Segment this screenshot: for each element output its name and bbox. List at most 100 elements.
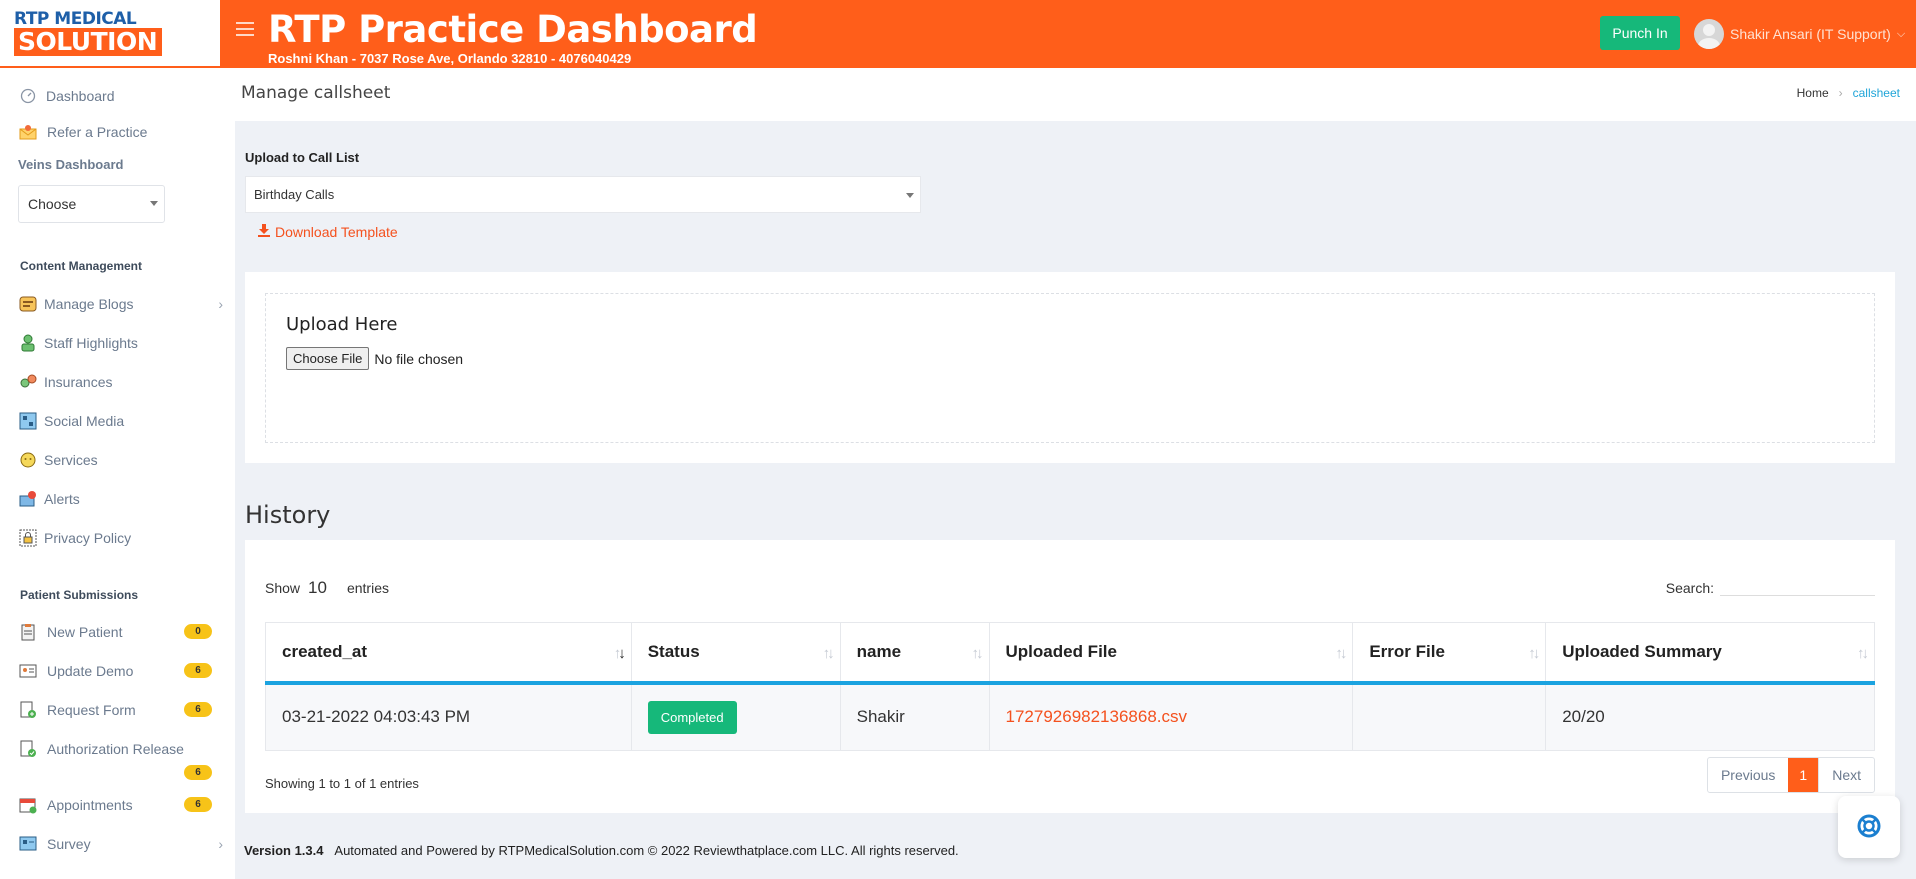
search-label: Search: — [1665, 580, 1714, 596]
envelope-icon — [18, 122, 38, 142]
search-input[interactable] — [1720, 574, 1875, 596]
column-header-name[interactable]: name ↑↓ — [839, 622, 990, 685]
download-template-link[interactable]: Download Template — [257, 223, 398, 240]
gauge-icon — [18, 86, 38, 106]
services-icon — [18, 450, 38, 470]
practice-info: Roshni Khan - 7037 Rose Ave, Orlando 328… — [268, 51, 632, 66]
cell-name: Shakir — [839, 682, 990, 751]
history-table: created_at ↑↓ Status ↑↓ name ↑↓ Uploaded Fi… — [265, 622, 1875, 751]
sidebar-item-label: Appointments — [47, 797, 133, 813]
page-length-select[interactable]: 10 — [308, 578, 327, 598]
chevron-right-icon: › — [1838, 86, 1843, 100]
calendar-icon — [18, 795, 38, 815]
page-title: Manage callsheet — [241, 83, 391, 103]
sidebar-item-label: Manage Blogs — [44, 296, 134, 312]
upload-call-list-label: Upload to Call List — [245, 150, 360, 165]
chevron-down-icon: ⌵ — [1896, 27, 1906, 40]
select-value: Choose — [28, 196, 77, 212]
patient-submissions-title: Patient Submissions — [20, 588, 139, 602]
logo-top-text: RTP MEDICAL — [14, 9, 137, 29]
request-form-badge: 6 — [184, 702, 212, 717]
sort-icon: ↑↓ — [1335, 645, 1347, 662]
sidebar-item-privacy-policy[interactable]: Privacy Policy — [18, 528, 223, 548]
download-template-label: Download Template — [275, 223, 398, 240]
cell-summary: 20/20 — [1545, 682, 1875, 751]
upload-dropzone[interactable]: Upload Here Choose File No file chosen — [265, 293, 1875, 443]
clipboard-icon — [18, 622, 38, 642]
top-bar: RTP MEDICAL SOLUTION RTP Practice Dashbo… — [0, 0, 1916, 68]
sidebar: Dashboard Refer a Practice Veins Dashboa… — [0, 68, 235, 879]
uploaded-file-link[interactable]: 1727926982136868.csv — [1006, 707, 1188, 726]
page-1-button[interactable]: 1 — [1788, 758, 1819, 792]
cell-uploaded-file: 1727926982136868.csv — [988, 682, 1354, 751]
sidebar-item-dashboard[interactable]: Dashboard — [18, 86, 223, 106]
alert-icon — [18, 489, 38, 509]
previous-page-button[interactable]: Previous — [1708, 758, 1788, 792]
column-header-error-file[interactable]: Error File ↑↓ — [1352, 622, 1547, 685]
choose-file-button[interactable]: Choose File — [286, 347, 370, 370]
sidebar-item-insurances[interactable]: Insurances — [18, 372, 223, 392]
app-title: RTP Practice Dashboard — [268, 8, 758, 51]
sidebar-item-manage-blogs[interactable]: Manage Blogs › — [18, 294, 223, 314]
sidebar-item-label: Update Demo — [47, 663, 134, 679]
document-check-icon — [18, 739, 38, 759]
sort-desc-icon: ↑↓ — [613, 645, 626, 662]
column-label: Uploaded Summary — [1562, 641, 1722, 661]
file-input[interactable]: Choose File No file chosen — [286, 347, 463, 370]
column-header-created-at[interactable]: created_at ↑↓ — [265, 622, 632, 685]
sidebar-item-staff-highlights[interactable]: Staff Highlights — [18, 333, 223, 353]
user-menu[interactable]: Shakir Ansari (IT Support) ⌵ — [1694, 19, 1905, 49]
copyright-text: Automated and Powered by RTPMedicalSolut… — [334, 843, 959, 858]
footer: Version 1.3.4 Automated and Powered by R… — [244, 843, 959, 858]
call-list-select[interactable]: Birthday Calls — [245, 176, 921, 213]
sort-icon: ↑↓ — [971, 645, 984, 662]
sidebar-item-label: Staff Highlights — [44, 335, 138, 351]
lock-icon — [18, 528, 38, 548]
version-label: Version 1.3.4 — [244, 843, 324, 858]
sidebar-item-label: Survey — [47, 836, 91, 852]
sidebar-item-services[interactable]: Services — [18, 450, 223, 470]
table-search: Search: — [1666, 574, 1875, 596]
cell-created-at: 03-21-2022 04:03:43 PM — [265, 682, 632, 751]
logo[interactable]: RTP MEDICAL SOLUTION — [0, 0, 220, 68]
sidebar-item-label: Alerts — [44, 491, 80, 507]
table-info: Showing 1 to 1 of 1 entries — [265, 776, 419, 791]
breadcrumb-home[interactable]: Home — [1797, 86, 1829, 100]
sidebar-item-label: New Patient — [47, 624, 123, 640]
column-header-status[interactable]: Status ↑↓ — [630, 622, 841, 685]
status-badge: Completed — [647, 700, 737, 734]
sidebar-item-label: Services — [44, 452, 98, 468]
page-length-control: Show 10 entries — [265, 578, 389, 598]
sidebar-item-authorization-release[interactable]: Authorization Release — [18, 739, 223, 759]
punch-in-button[interactable]: Punch In — [1600, 16, 1680, 50]
table-header-row: created_at ↑↓ Status ↑↓ name ↑↓ Uploaded Fi… — [265, 622, 1875, 685]
new-patient-badge: 0 — [184, 624, 212, 639]
cell-error-file — [1352, 682, 1547, 751]
pagination: Previous 1 Next — [1706, 757, 1875, 793]
help-button[interactable] — [1838, 796, 1900, 858]
header-title-block: RTP Practice Dashboard Roshni Khan - 703… — [268, 8, 758, 66]
upload-card: Upload Here Choose File No file chosen — [245, 272, 1895, 463]
chevron-right-icon: › — [218, 296, 223, 312]
survey-icon — [18, 834, 38, 854]
next-page-button[interactable]: Next — [1818, 758, 1874, 792]
social-media-icon — [18, 411, 38, 431]
logo-bottom-text: SOLUTION — [14, 28, 162, 56]
sidebar-item-survey[interactable]: Survey › — [18, 834, 223, 854]
hamburger-menu-icon[interactable] — [236, 22, 254, 36]
veins-dashboard-select[interactable]: Choose — [18, 185, 165, 223]
sidebar-item-alerts[interactable]: Alerts — [18, 489, 223, 509]
column-header-uploaded-summary[interactable]: Uploaded Summary ↑↓ — [1545, 622, 1875, 685]
column-label: Uploaded File — [1005, 641, 1117, 661]
sidebar-item-refer[interactable]: Refer a Practice — [18, 122, 223, 142]
sidebar-item-label: Privacy Policy — [44, 530, 132, 546]
column-header-uploaded-file[interactable]: Uploaded File ↑↓ — [988, 622, 1354, 685]
sidebar-item-social-media[interactable]: Social Media — [18, 411, 223, 431]
sort-icon: ↑↓ — [822, 645, 835, 662]
cell-status: Completed — [630, 682, 841, 751]
blog-icon — [18, 294, 38, 314]
lifebuoy-icon — [1856, 813, 1882, 842]
file-status: No file chosen — [374, 350, 464, 367]
column-label: created_at — [282, 641, 368, 661]
upload-here-title: Upload Here — [286, 314, 398, 335]
